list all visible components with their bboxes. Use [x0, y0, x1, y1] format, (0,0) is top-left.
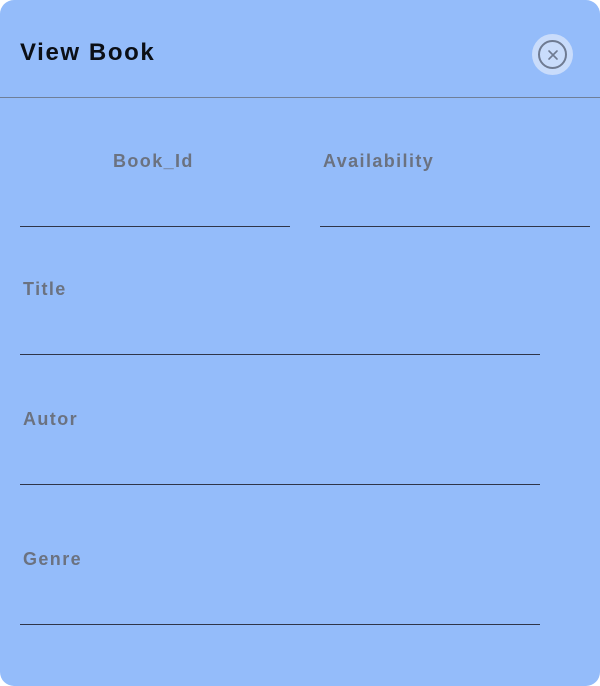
availability-label: Availability — [323, 151, 435, 171]
autor-label: Autor — [23, 409, 78, 429]
close-button[interactable] — [532, 34, 573, 75]
dialog-header: View Book — [0, 0, 600, 98]
title-field[interactable] — [20, 331, 540, 355]
genre-field[interactable] — [20, 601, 540, 625]
title-label: Title — [23, 279, 67, 299]
book-id-label: Book_Id — [113, 151, 194, 171]
view-book-dialog: View Book Book_Id Availability Title Aut… — [0, 0, 600, 686]
dialog-title: View Book — [20, 39, 156, 66]
genre-label: Genre — [23, 549, 83, 569]
availability-field[interactable] — [320, 203, 590, 227]
close-icon — [538, 40, 567, 69]
book-id-field[interactable] — [20, 203, 290, 227]
autor-field[interactable] — [20, 461, 540, 485]
